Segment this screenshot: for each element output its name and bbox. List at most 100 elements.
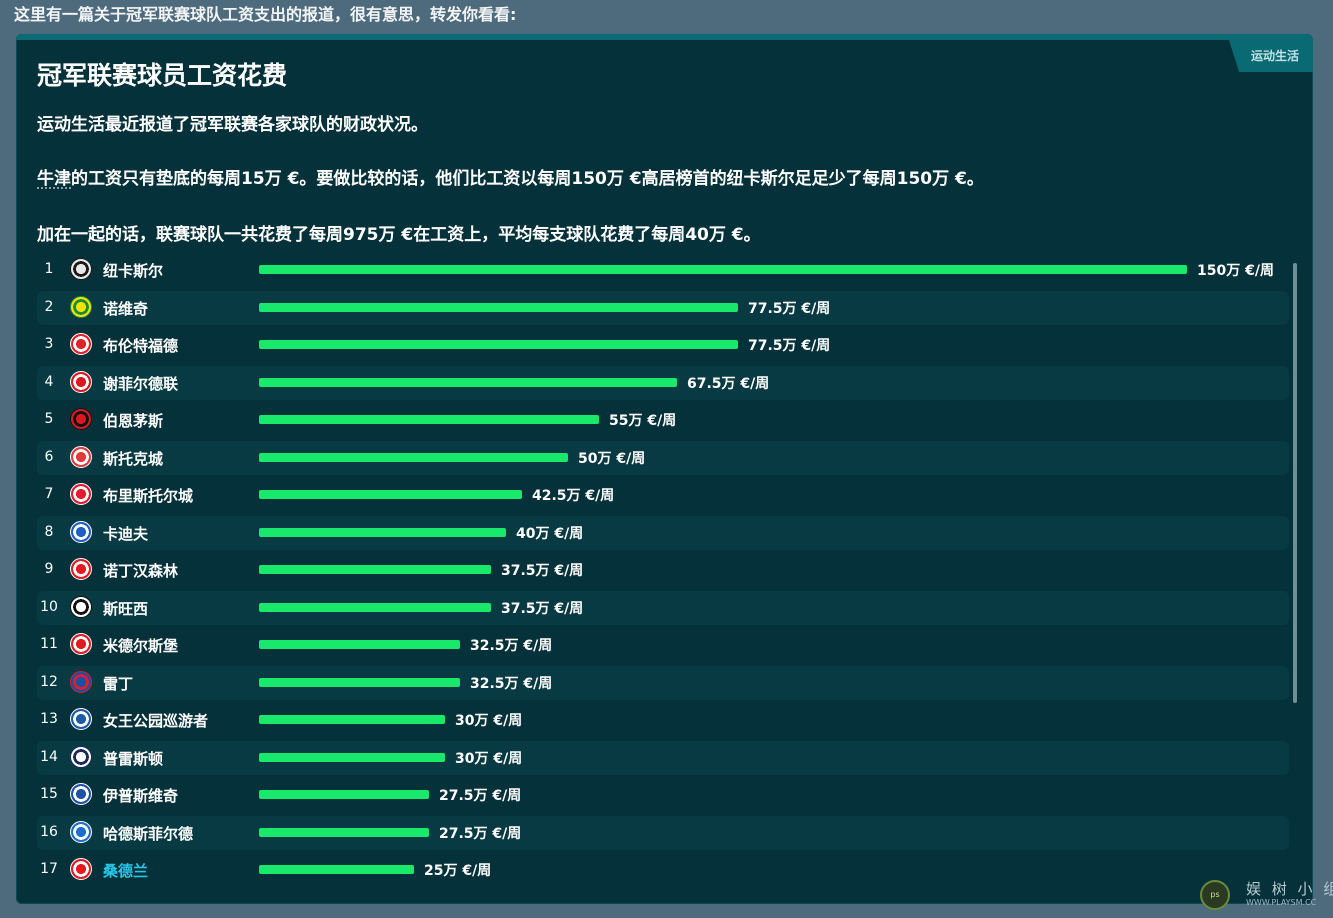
wage-bar xyxy=(259,827,429,837)
wage-row[interactable]: 15 伊普斯维奇 27.5万 €/周 xyxy=(37,778,1289,812)
norwich-crest-icon xyxy=(70,295,92,318)
team-name[interactable]: 桑德兰 xyxy=(103,860,148,881)
wage-bar xyxy=(259,715,445,724)
row-rank: 3 xyxy=(44,336,54,352)
wage-row[interactable]: 2 诺维奇 77.5万 €/周 xyxy=(37,290,1289,325)
wage-value-label: 37.5万 €/周 xyxy=(501,563,584,579)
team-name[interactable]: 谢菲尔德联 xyxy=(103,373,178,394)
wage-bar xyxy=(259,527,506,537)
wage-bar xyxy=(259,565,491,574)
wage-value-label: 32.5万 €/周 xyxy=(470,675,553,692)
article-title: 冠军联赛球员工资花费 xyxy=(37,61,288,90)
sheffield-united-crest-icon xyxy=(70,370,92,393)
row-rank: 8 xyxy=(44,523,54,540)
wage-row[interactable]: 17 桑德兰 25万 €/周 xyxy=(37,853,1289,883)
wage-bar xyxy=(259,377,677,387)
wage-value-label: 25万 €/周 xyxy=(424,863,492,879)
wage-value-label: 27.5万 €/周 xyxy=(439,788,522,804)
article-paragraph-2: 牛津的工资只有垫底的每周15万 €。要做比较的话，他们比工资以每周150万 €高… xyxy=(37,164,984,189)
middlesbrough-crest-icon xyxy=(70,633,92,655)
team-name[interactable]: 布伦特福德 xyxy=(103,335,178,356)
team-name[interactable]: 雷丁 xyxy=(103,673,133,694)
wage-value-label: 77.5万 €/周 xyxy=(748,338,831,354)
row-rank: 6 xyxy=(44,448,54,465)
bournemouth-crest-icon xyxy=(70,408,92,430)
wage-row[interactable]: 13 女王公园巡游者 30万 €/周 xyxy=(37,703,1289,737)
row-rank: 13 xyxy=(40,711,58,727)
source-tag[interactable]: 运动生活 xyxy=(1229,40,1313,72)
row-rank: 10 xyxy=(40,598,58,615)
wage-value-label: 77.5万 €/周 xyxy=(748,300,831,317)
wage-bar xyxy=(259,265,1187,274)
sunderland-crest-icon xyxy=(70,858,92,880)
wage-bar xyxy=(259,790,429,799)
team-name[interactable]: 诺维奇 xyxy=(103,298,148,319)
wage-value-label: 30万 €/周 xyxy=(455,713,523,729)
team-name[interactable]: 普雷斯顿 xyxy=(103,748,163,769)
wage-bar xyxy=(259,602,491,612)
intro-message: 这里有一篇关于冠军联赛球队工资支出的报道，很有意思，转发你看看: xyxy=(14,5,517,24)
wage-bar xyxy=(259,752,445,762)
wage-bar xyxy=(259,302,738,312)
news-card: 运动生活 冠军联赛球员工资花费 运动生活最近报道了冠军联赛各家球队的财政状况。 … xyxy=(16,34,1313,904)
row-rank: 15 xyxy=(40,786,58,802)
row-rank: 7 xyxy=(44,486,54,502)
huddersfield-crest-icon xyxy=(70,820,92,843)
brentford-crest-icon xyxy=(70,333,92,355)
wage-row[interactable]: 16 哈德斯菲尔德 27.5万 €/周 xyxy=(37,815,1289,850)
reading-crest-icon xyxy=(70,670,92,693)
team-name[interactable]: 米德尔斯堡 xyxy=(103,635,178,656)
wage-row[interactable]: 3 布伦特福德 77.5万 €/周 xyxy=(37,328,1289,362)
team-name[interactable]: 卡迪夫 xyxy=(103,523,148,544)
team-name[interactable]: 伯恩茅斯 xyxy=(103,410,163,431)
wage-bar xyxy=(259,340,738,349)
wage-value-label: 27.5万 €/周 xyxy=(439,825,522,842)
wage-bar xyxy=(259,490,522,499)
team-name[interactable]: 诺丁汉森林 xyxy=(103,560,178,581)
row-rank: 5 xyxy=(44,411,54,427)
watermark-subtext: WWW.PLAYSM.CC xyxy=(1246,898,1317,907)
team-name[interactable]: 哈德斯菲尔德 xyxy=(103,823,193,844)
wage-value-label: 30万 €/周 xyxy=(455,750,523,767)
row-rank: 14 xyxy=(40,748,58,765)
watermark-text: 娱 树 小 组 xyxy=(1246,880,1333,898)
team-name[interactable]: 伊普斯维奇 xyxy=(103,785,178,806)
ipswich-crest-icon xyxy=(70,783,92,805)
team-name[interactable]: 女王公园巡游者 xyxy=(103,710,208,731)
wage-row[interactable]: 6 斯托克城 50万 €/周 xyxy=(37,440,1289,475)
bristol-city-crest-icon xyxy=(70,483,92,505)
row-rank: 1 xyxy=(44,261,54,277)
row-rank: 17 xyxy=(40,861,58,877)
team-name[interactable]: 布里斯托尔城 xyxy=(103,485,193,506)
team-link-oxford[interactable]: 牛津 xyxy=(37,169,71,189)
newcastle-crest-icon xyxy=(70,258,92,280)
wage-row[interactable]: 10 斯旺西 37.5万 €/周 xyxy=(37,590,1289,625)
wage-value-label: 50万 €/周 xyxy=(578,450,646,467)
wage-value-label: 67.5万 €/周 xyxy=(687,375,770,392)
team-name[interactable]: 纽卡斯尔 xyxy=(103,260,163,281)
team-name[interactable]: 斯托克城 xyxy=(103,448,163,469)
wage-row[interactable]: 7 布里斯托尔城 42.5万 €/周 xyxy=(37,478,1289,512)
row-rank: 12 xyxy=(40,673,58,690)
team-name[interactable]: 斯旺西 xyxy=(103,598,148,619)
watermark: ps 娱 树 小 组 WWW.PLAYSM.CC xyxy=(1200,878,1333,912)
wage-value-label: 37.5万 €/周 xyxy=(501,600,584,617)
wage-row[interactable]: 1 纽卡斯尔 150万 €/周 xyxy=(37,253,1289,287)
wage-bar xyxy=(259,415,599,424)
wage-row[interactable]: 11 米德尔斯堡 32.5万 €/周 xyxy=(37,628,1289,662)
wage-row[interactable]: 9 诺丁汉森林 37.5万 €/周 xyxy=(37,553,1289,587)
wage-row[interactable]: 8 卡迪夫 40万 €/周 xyxy=(37,515,1289,550)
list-scrollbar[interactable] xyxy=(1293,263,1297,703)
watermark-logo-icon: ps xyxy=(1200,880,1230,910)
wage-row[interactable]: 5 伯恩茅斯 55万 €/周 xyxy=(37,403,1289,437)
wage-bar xyxy=(259,452,568,462)
wage-row[interactable]: 14 普雷斯顿 30万 €/周 xyxy=(37,740,1289,775)
card-accent-line xyxy=(16,34,1313,40)
wage-row[interactable]: 4 谢菲尔德联 67.5万 €/周 xyxy=(37,365,1289,400)
forest-crest-icon xyxy=(70,558,92,580)
wage-row[interactable]: 12 雷丁 32.5万 €/周 xyxy=(37,665,1289,700)
row-rank: 9 xyxy=(44,561,54,577)
preston-crest-icon xyxy=(70,745,92,768)
wage-bar xyxy=(259,677,460,687)
wage-bar xyxy=(259,640,460,649)
